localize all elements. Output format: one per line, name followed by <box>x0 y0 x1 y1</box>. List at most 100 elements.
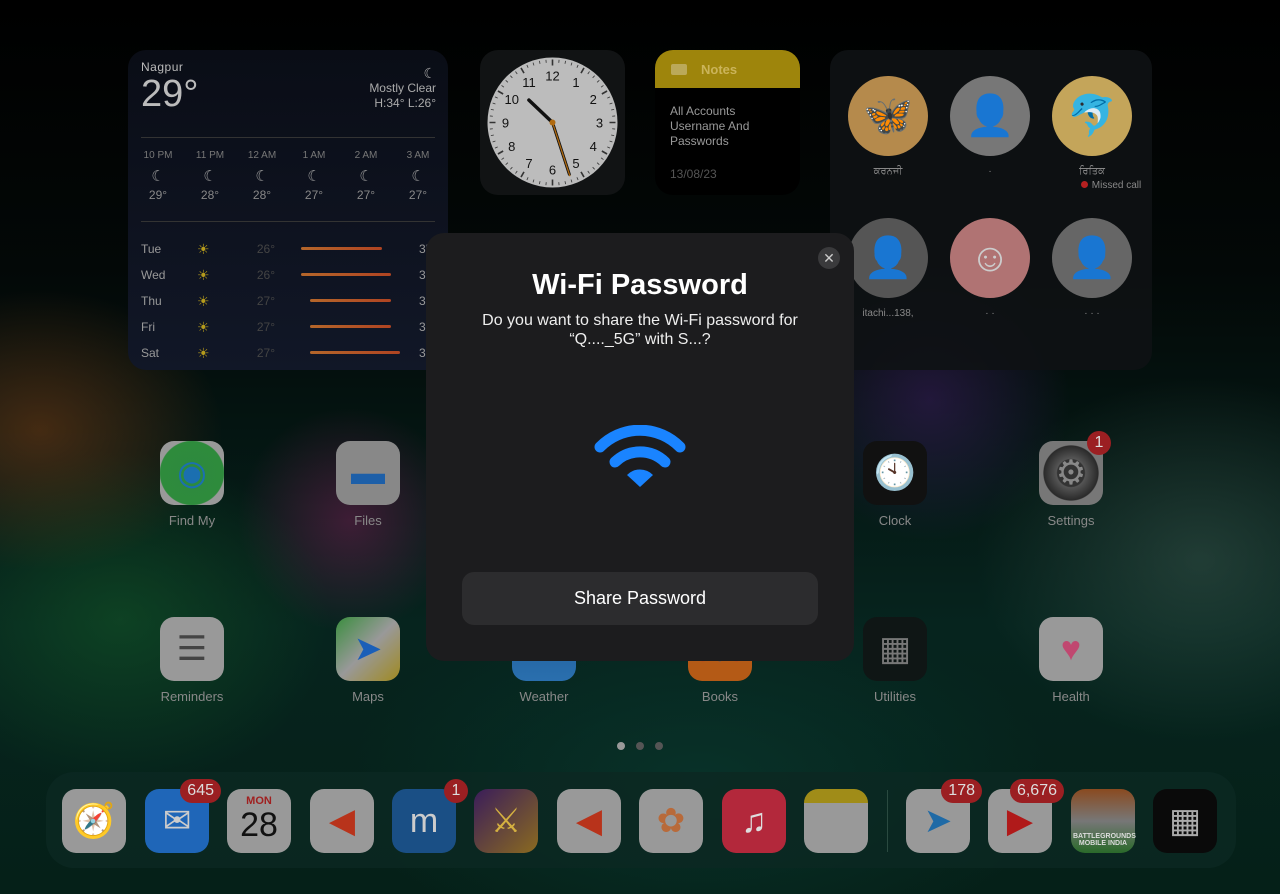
contact-avatar[interactable]: 👤 <box>950 76 1030 156</box>
app-settings[interactable]: ⚙ Settings 1 <box>1031 431 1111 528</box>
close-button[interactable]: ✕ <box>818 247 840 269</box>
dialog-title: Wi-Fi Password <box>532 269 748 301</box>
dock-app-bgmi[interactable]: BATTLEGROUNDS MOBILE INDIA <box>1071 789 1136 853</box>
moon-stars-icon: ☾ <box>203 168 217 185</box>
day-name: Wed <box>141 268 166 282</box>
dock-app-music[interactable]: ♫ <box>722 789 786 853</box>
notes-widget[interactable]: Notes All Accounts Username And Password… <box>655 50 800 195</box>
dock-app-moneycontrol[interactable]: m1 <box>392 779 468 853</box>
svg-text:12: 12 <box>545 69 559 84</box>
photo-icon: 👤 <box>965 94 1015 138</box>
analog-clock-icon: 1234567891011 12 <box>487 57 618 188</box>
dock-app-safari[interactable]: 🧭 <box>62 789 126 853</box>
hour-temp: 28° <box>200 188 220 202</box>
hourly-item: 3 AM ☾ 27° <box>398 150 438 202</box>
photos-icon: ✿ <box>656 802 686 840</box>
contact-name: · <box>988 166 992 177</box>
weather-widget[interactable]: Nagpur 29° ☾ Mostly Clear H:34° L:26° 10… <box>128 50 448 370</box>
app-label: Files <box>354 513 382 528</box>
contact-avatar[interactable]: 🐬 <box>1052 76 1132 156</box>
hourly-item: 2 AM ☾ 27° <box>346 150 386 202</box>
contact-avatar[interactable]: 🦋 <box>848 76 928 156</box>
sun-icon: ☀ <box>197 240 210 257</box>
hour-temp: 28° <box>252 188 272 202</box>
page-indicator[interactable] <box>617 742 663 750</box>
clock-widget[interactable]: 1 2 3 4 5 6 7 8 9 10 11 12 <box>480 50 625 195</box>
app-reminders[interactable]: ☰ Reminders <box>152 617 232 704</box>
dock-app-kite[interactable]: ◀ <box>557 789 621 853</box>
hourly-forecast: 10 PM ☾ 29° 11 PM ☾ 28° 12 AM ☾ 28° 1 AM ☾ 27° 2 AM ☾… <box>138 150 438 202</box>
dock-app-telegram[interactable]: ➤ 178 <box>906 779 982 853</box>
hourly-item: 1 AM ☾ 27° <box>294 150 334 202</box>
hourly-item: 11 PM ☾ 28° <box>190 150 230 202</box>
contact-avatar[interactable]: 👤 <box>848 218 928 298</box>
maps-icon: ➤ <box>336 617 400 681</box>
page-dot[interactable] <box>636 742 644 750</box>
daily-row: Sat☀27°37 <box>141 340 448 366</box>
moon-stars-icon: ☾ <box>307 168 321 185</box>
wifi-password-dialog: ✕ Wi-Fi Password Do you want to share th… <box>426 233 854 661</box>
moon-stars-icon: ☾ <box>151 168 165 185</box>
dock-app-calendar[interactable]: MON 28 <box>227 789 291 853</box>
folder-icon: ▦ <box>863 617 927 681</box>
app-label: Find My <box>168 513 216 528</box>
day-name: Tue <box>141 242 162 256</box>
moon-stars-icon: ☾ <box>255 168 269 185</box>
notification-badge: 1 <box>1087 431 1111 455</box>
page-dot[interactable] <box>655 742 663 750</box>
hour-time: 10 PM <box>143 150 173 161</box>
app-utilities[interactable]: ▦ Utilities <box>855 617 935 704</box>
temp-range-bar <box>283 247 409 251</box>
svg-text:4: 4 <box>590 139 597 154</box>
dock-app-youtube[interactable]: ▶ 6,676 <box>988 779 1064 853</box>
day-low: 27° <box>256 320 275 334</box>
divider <box>141 137 435 138</box>
sun-icon: ☀ <box>197 292 210 309</box>
app-health[interactable]: ♥ Health <box>1031 617 1111 704</box>
hour-temp: 29° <box>148 188 168 202</box>
kite-icon: ◀ <box>575 802 603 840</box>
hour-time: 3 AM <box>406 150 430 161</box>
contact-name: ਕਰਨਜੀ <box>873 166 903 177</box>
app-find-my[interactable]: ◉ Find My <box>152 441 232 528</box>
app-label: Settings <box>1047 513 1095 528</box>
dock-app-notes[interactable] <box>804 789 868 853</box>
temp-range-bar <box>283 325 409 329</box>
day-name: Thu <box>141 294 162 308</box>
app-library-icon: ▦ <box>1168 802 1202 840</box>
contact-avatar[interactable]: 👤 <box>1052 218 1132 298</box>
dock-app-kite[interactable]: ◀ <box>310 789 374 853</box>
page-dot[interactable] <box>617 742 625 750</box>
app-files[interactable]: ▬ Files <box>328 441 408 528</box>
hour-time: 12 AM <box>247 150 277 161</box>
app-label: Books <box>701 689 739 704</box>
sun-icon: ☀ <box>197 344 210 361</box>
daily-row: Thu☀27°36 <box>141 288 448 314</box>
app-maps[interactable]: ➤ Maps <box>328 617 408 704</box>
kite-icon: ◀ <box>328 802 356 840</box>
dock-app-app-library[interactable]: ▦ <box>1153 789 1217 853</box>
dock-separator <box>887 790 888 852</box>
svg-text:3: 3 <box>596 116 603 131</box>
daily-row: Fri☀27°36 <box>141 314 448 340</box>
note-date: 13/08/23 <box>670 167 717 181</box>
dock: 🧭 ✉ 645 MON 28 ◀ m 1 ⚔ ◀ ✿ ♫ ➤ 178 ▶ 6,676 BATTLEGROUNDS… <box>46 772 1236 868</box>
day-low: 27° <box>256 346 275 360</box>
clash-of-clans-icon: ⚔ <box>490 802 522 840</box>
dock-app-photos[interactable]: ✿ <box>639 789 703 853</box>
dock-app-mail[interactable]: ✉ 645 <box>145 779 221 853</box>
moon-stars-icon: ☾ <box>411 168 425 185</box>
folder-icon <box>671 63 687 75</box>
daily-row: Tue☀26°35 <box>141 236 448 262</box>
svg-text:7: 7 <box>525 156 532 171</box>
find-my-icon: ◉ <box>160 441 224 505</box>
wifi-icon <box>594 425 686 487</box>
app-label: Clock <box>878 513 912 528</box>
share-password-button[interactable]: Share Password <box>462 572 818 625</box>
dock-app-clash-of-clans[interactable]: ⚔ <box>474 789 538 853</box>
hour-time: 1 AM <box>302 150 326 161</box>
app-clock[interactable]: 🕙 Clock <box>855 441 935 528</box>
temp-range-bar <box>283 351 409 355</box>
contact-avatar[interactable]: ☺ <box>950 218 1030 298</box>
hour-time: 2 AM <box>354 150 378 161</box>
